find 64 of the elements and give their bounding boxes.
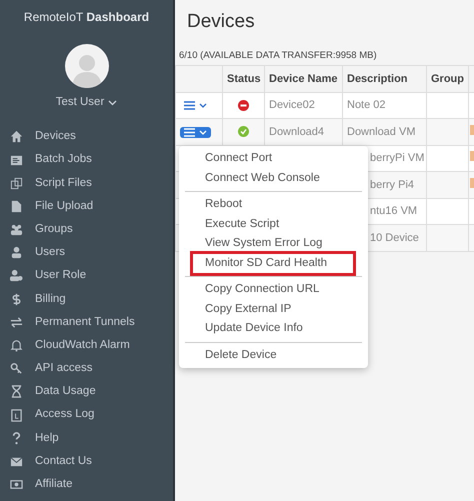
- menu-icon: [184, 101, 195, 110]
- menu-item[interactable]: Connect Web Console: [179, 168, 320, 188]
- document-icon: [10, 408, 23, 422]
- table-cell: berry Pi4: [370, 178, 414, 191]
- column-header: Status: [222, 66, 264, 92]
- menu-item[interactable]: Copy Connection URL: [179, 280, 320, 300]
- money-icon: [10, 478, 23, 492]
- hourglass-icon: [10, 385, 23, 398]
- sidebar-item[interactable]: Data Usage: [0, 380, 173, 404]
- column-header: Group: [426, 66, 468, 92]
- actions-button[interactable]: [180, 126, 211, 138]
- exchange-icon: [10, 316, 23, 329]
- menu-item[interactable]: View System Error Log: [179, 234, 322, 254]
- home-icon: [10, 130, 23, 144]
- table-cell: berryPi VM: [370, 152, 424, 164]
- menu-item[interactable]: Update Device Info: [179, 319, 303, 338]
- copy-icon: [10, 176, 23, 190]
- sidebar-item[interactable]: Access Log: [0, 404, 173, 427]
- sidebar-item[interactable]: Devices: [0, 125, 173, 148]
- menu-item[interactable]: Delete Device: [179, 346, 277, 365]
- sidebar-item[interactable]: Groups: [0, 218, 173, 242]
- user-menu[interactable]: Test User: [56, 94, 118, 112]
- sidebar-item[interactable]: User Role: [0, 264, 173, 288]
- column-header: Device Name: [264, 66, 342, 92]
- table-cell: 10 Device: [370, 232, 419, 244]
- menu-item[interactable]: Connect Port: [179, 149, 272, 168]
- avatar: [64, 44, 108, 88]
- user-icon: [10, 246, 23, 260]
- user-gear-icon: [10, 269, 23, 282]
- sidebar-item[interactable]: Batch Jobs: [0, 148, 173, 172]
- brand-title: RemoteIoT Dashboard: [24, 9, 150, 26]
- table-cell: Download VM: [347, 126, 416, 138]
- column-header: Description: [342, 66, 426, 92]
- file-icon: [10, 200, 23, 213]
- list-icon: [10, 154, 23, 167]
- chevron-down-icon: [108, 100, 118, 106]
- sidebar-item[interactable]: File Upload: [0, 194, 173, 218]
- bell-icon: [10, 339, 23, 352]
- table-cell: Download4: [264, 118, 342, 146]
- sidebar-item[interactable]: Help: [0, 426, 173, 450]
- sidebar-item[interactable]: Affiliate: [0, 473, 173, 496]
- menu-item[interactable]: Execute Script: [179, 214, 280, 234]
- menu-icon: [184, 128, 195, 136]
- dollar-icon: [10, 292, 23, 306]
- sidebar-item[interactable]: Permanent Tunnels: [0, 310, 173, 334]
- sidebar-item[interactable]: Billing: [0, 288, 173, 311]
- summary-text: 6/10 (AVAILABLE DATA TRANSFER:9958 MB): [179, 49, 378, 63]
- sidebar-item[interactable]: API access: [0, 357, 173, 380]
- key-icon: [10, 362, 23, 376]
- menu-item[interactable]: Reboot: [179, 195, 242, 214]
- sidebar-item[interactable]: Script Files: [0, 172, 173, 195]
- sidebar-item[interactable]: CloudWatch Alarm: [0, 334, 173, 358]
- table-cell: ntu16 VM: [370, 205, 418, 218]
- users-icon: [10, 223, 23, 236]
- page-title: Devices: [187, 10, 256, 34]
- sidebar-item[interactable]: Users: [0, 241, 173, 264]
- menu-item[interactable]: Monitor SD Card Health: [193, 254, 353, 273]
- menu-item[interactable]: Copy External IP: [179, 300, 292, 319]
- question-icon: [10, 432, 23, 445]
- caret-icon: [199, 130, 207, 134]
- caret-icon: [199, 103, 207, 108]
- sidebar-item[interactable]: Contact Us: [0, 450, 173, 474]
- table-cell: Note 02: [347, 99, 386, 112]
- envelope-icon: [10, 454, 23, 468]
